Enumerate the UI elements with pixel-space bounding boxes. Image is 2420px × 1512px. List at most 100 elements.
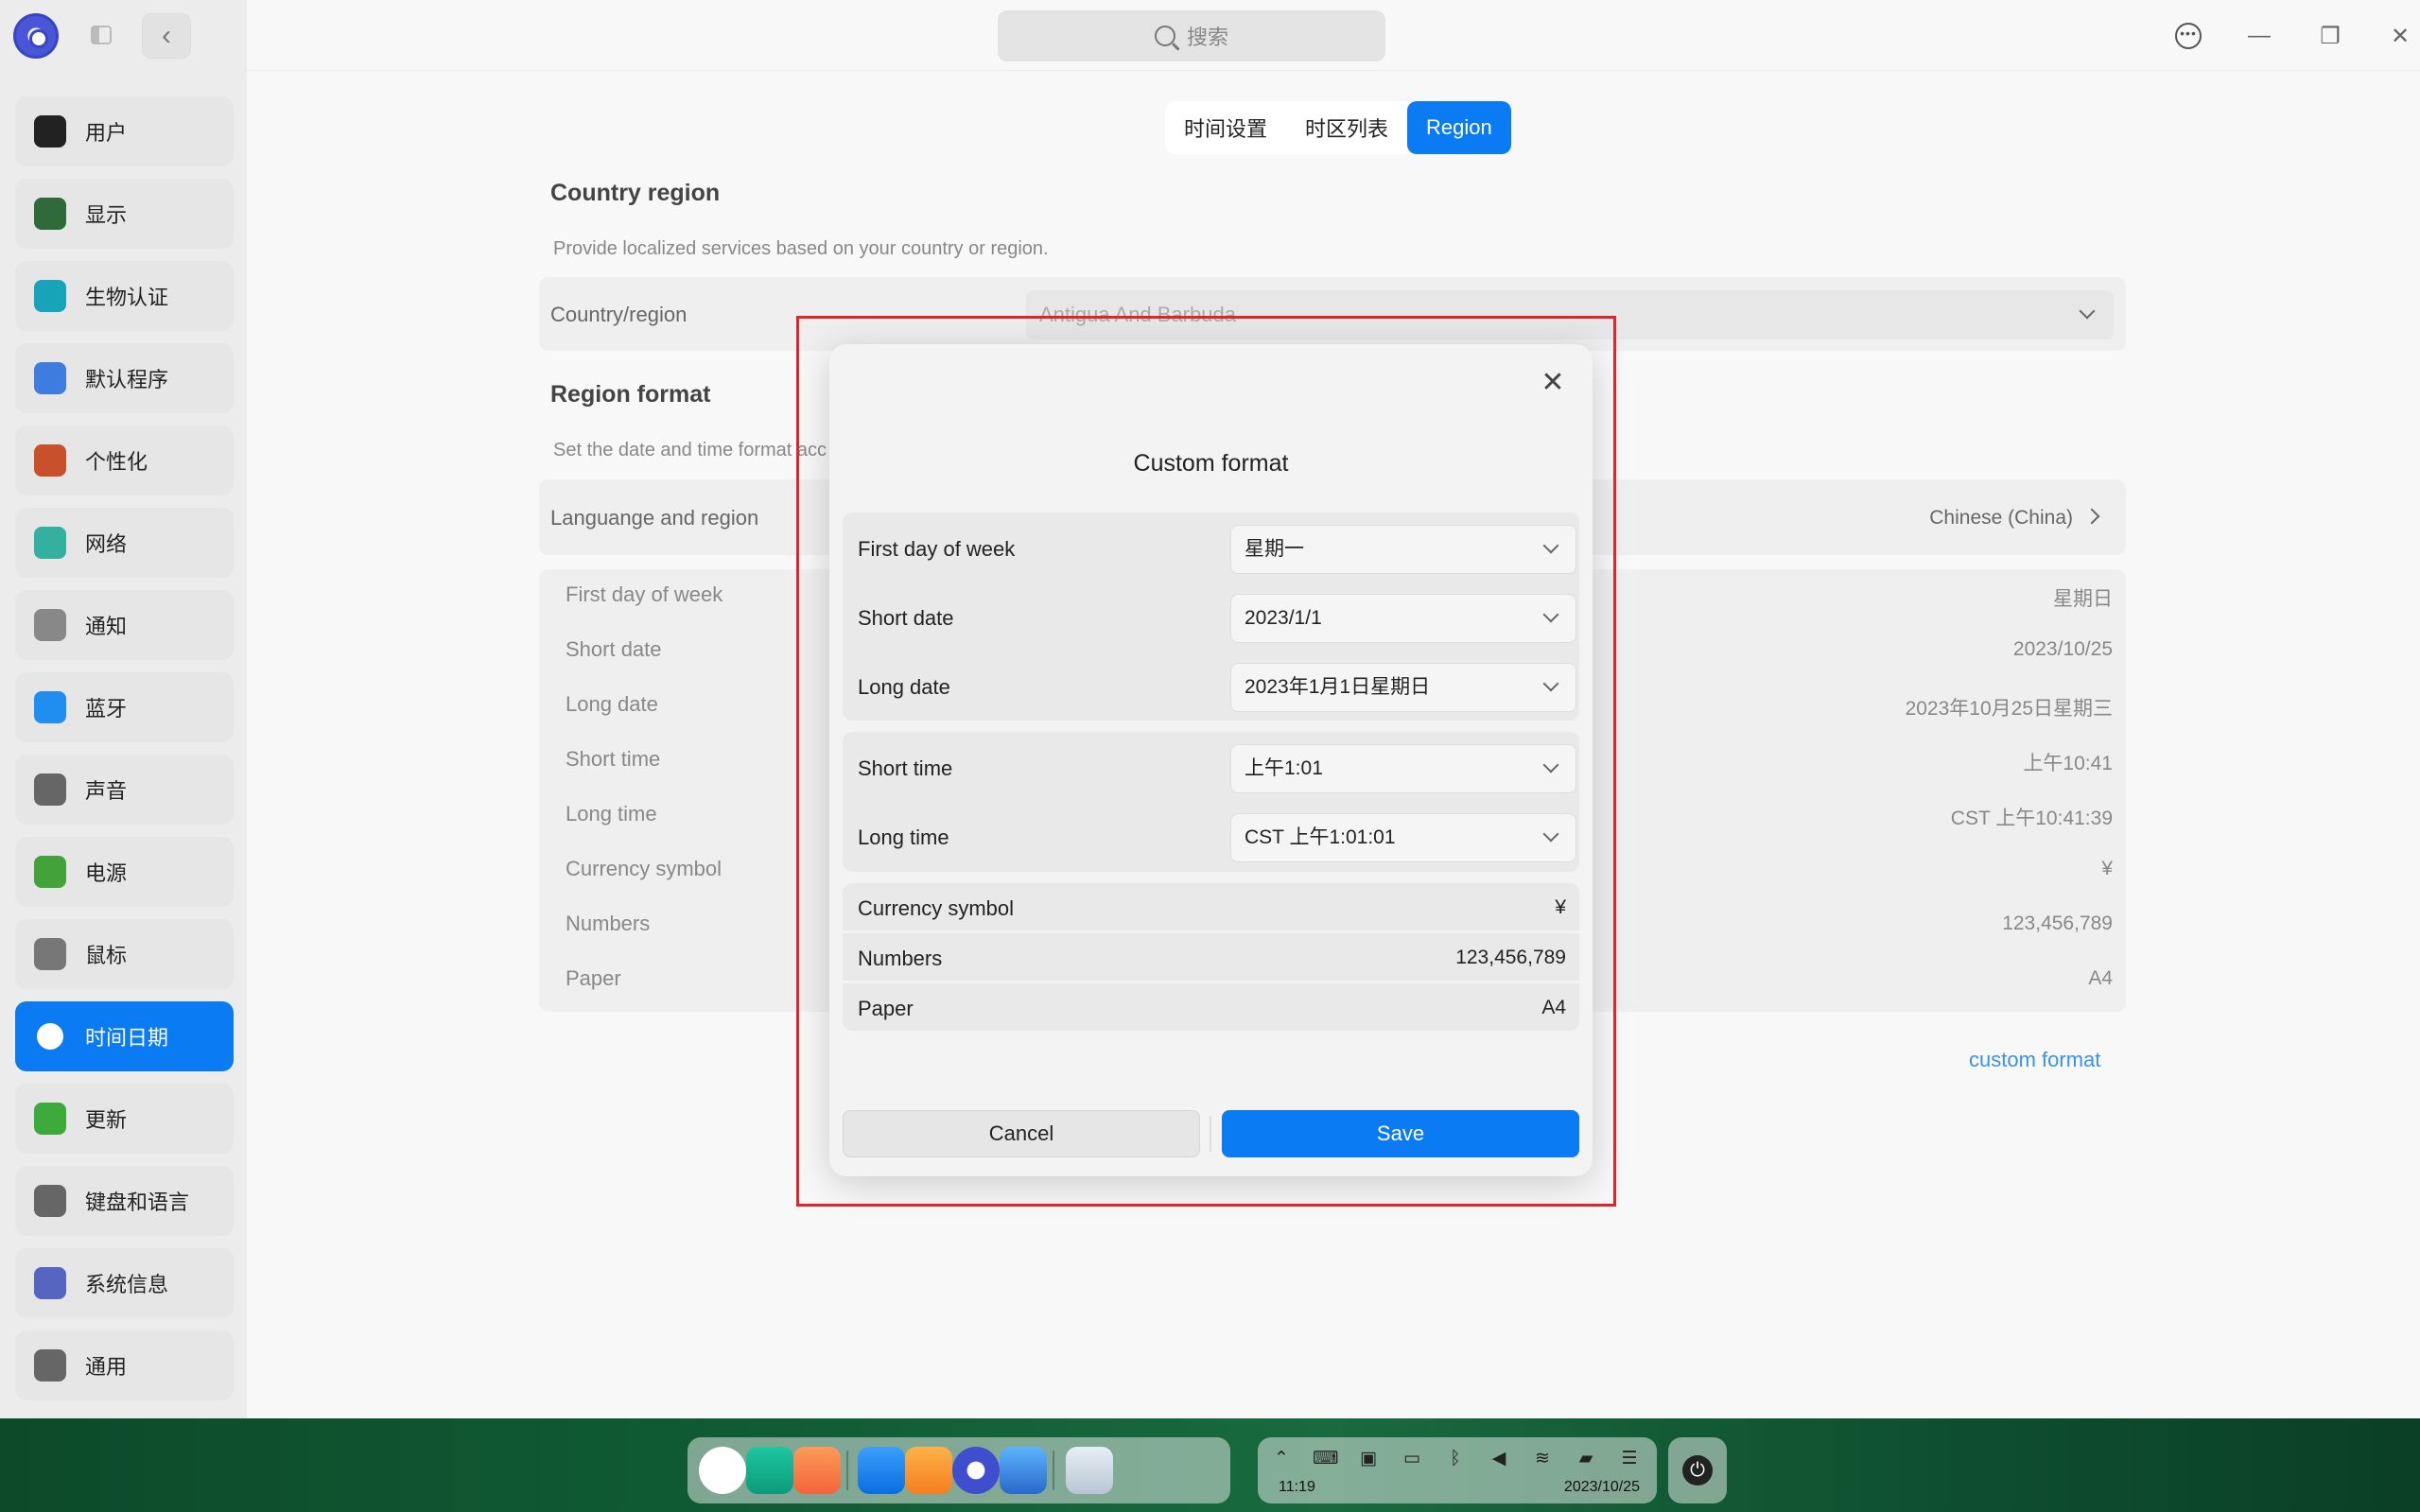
format-select-row: Long date 2023年1月1日星期日 <box>843 656 1579 719</box>
format-static-value: 123,456,789 <box>1455 947 1566 968</box>
sidebar-toggle-icon[interactable] <box>91 26 112 44</box>
speaker-icon <box>34 773 66 806</box>
user-icon <box>34 115 66 148</box>
format-row-label: Currency symbol <box>566 857 723 880</box>
chevron-left-icon: ‹ <box>162 20 171 51</box>
launcher-icon[interactable] <box>699 1447 746 1494</box>
multitask-icon[interactable] <box>793 1447 841 1494</box>
close-icon: ✕ <box>1541 366 1565 398</box>
sidebar-item[interactable]: 鼠标 <box>15 919 234 989</box>
sidebar-item[interactable]: 用户 <box>15 96 234 166</box>
sidebar-item-label: 个性化 <box>85 450 148 474</box>
file-manager-icon[interactable] <box>858 1447 905 1494</box>
input-method-icon[interactable]: ▭ <box>1400 1447 1424 1471</box>
cancel-button[interactable]: Cancel <box>843 1110 1200 1157</box>
control-center-icon[interactable] <box>952 1447 1000 1494</box>
format-select[interactable]: 2023/1/1 <box>1230 594 1576 643</box>
sidebar-item-label: 生物认证 <box>85 286 169 309</box>
general-icon <box>34 1349 66 1382</box>
sidebar-item[interactable]: 通用 <box>15 1330 234 1400</box>
sidebar-item[interactable]: 时间日期 <box>15 1001 234 1071</box>
power-button[interactable]: ⏻ <box>1668 1437 1727 1503</box>
image-viewer-icon[interactable] <box>1000 1447 1047 1494</box>
format-static-label: Numbers <box>858 947 943 970</box>
format-select[interactable]: 2023年1月1日星期日 <box>1230 663 1576 712</box>
sidebar-item[interactable]: 个性化 <box>15 426 234 495</box>
volume-icon[interactable]: ◀ <box>1487 1447 1511 1471</box>
format-select-row: Short date 2023/1/1 <box>843 587 1579 650</box>
format-static-label: Currency symbol <box>858 896 1015 920</box>
chevron-down-icon <box>1542 826 1559 843</box>
control-center-logo-icon <box>13 13 59 59</box>
sidebar: ‹ 用户显示生物认证默认程序个性化网络通知蓝牙声音电源鼠标时间日期更新键盘和语言… <box>0 0 247 1418</box>
screenshot-icon[interactable]: ▣ <box>1356 1447 1381 1471</box>
format-select[interactable]: 星期一 <box>1230 525 1576 574</box>
keyboard-icon[interactable]: ⌨ <box>1313 1447 1338 1471</box>
sidebar-item-label: 更新 <box>85 1108 128 1132</box>
sidebar-item-label: 用户 <box>85 121 128 145</box>
date-format-group: First day of week 星期一 Short date 2023/1/1 Lo… <box>843 513 1579 721</box>
format-row-value: CST 上午10:41:39 <box>1950 808 2113 829</box>
sidebar-item[interactable]: 网络 <box>15 508 234 578</box>
tab-timezone-list[interactable]: 时区列表 <box>1286 101 1407 154</box>
sidebar-item[interactable]: 显示 <box>15 179 234 249</box>
format-row-label: Paper <box>566 966 621 990</box>
dialog-title: Custom format <box>1133 450 1289 477</box>
default-apps-icon <box>34 362 66 394</box>
sidebar-item[interactable]: 默认程序 <box>15 343 234 413</box>
sidebar-nav: 用户显示生物认证默认程序个性化网络通知蓝牙声音电源鼠标时间日期更新键盘和语言系统… <box>15 96 234 1413</box>
menu-button[interactable]: ••• <box>2169 17 2207 55</box>
dock <box>688 1437 1230 1503</box>
tab-region[interactable]: Region <box>1407 101 1511 154</box>
sidebar-item[interactable]: 通知 <box>15 590 234 660</box>
tray-time[interactable]: 11:19 <box>1279 1479 1315 1496</box>
control-toggle-icon[interactable]: ☰ <box>1617 1447 1642 1471</box>
bluetooth-icon <box>34 691 66 723</box>
close-window-button[interactable]: ✕ <box>2381 17 2419 55</box>
taskbar: ⌃ ⌨ ▣ ▭ ᛒ ◀ ≋ ▰ ☰ 11:19 2023/10/25 ⏻ <box>0 1418 2420 1512</box>
tray-date[interactable]: 2023/10/25 <box>1564 1479 1640 1496</box>
sidebar-item[interactable]: 系统信息 <box>15 1248 234 1318</box>
sidebar-item-label: 通用 <box>85 1355 128 1379</box>
format-select[interactable]: 上午1:01 <box>1230 744 1576 793</box>
format-static-value: A4 <box>1541 997 1566 1018</box>
sidebar-item-label: 蓝牙 <box>85 697 128 721</box>
sidebar-item[interactable]: 蓝牙 <box>15 672 234 742</box>
maximize-button[interactable]: ❐ <box>2311 17 2349 55</box>
mouse-icon <box>34 938 66 970</box>
format-row-label: Long time <box>566 802 657 826</box>
sidebar-item[interactable]: 更新 <box>15 1084 234 1154</box>
wifi-icon[interactable]: ≋ <box>1530 1447 1555 1471</box>
bell-icon <box>34 609 66 641</box>
save-button[interactable]: Save <box>1222 1110 1579 1157</box>
bluetooth-icon[interactable]: ᛒ <box>1443 1447 1468 1471</box>
terminal-icon[interactable] <box>746 1447 793 1494</box>
format-row-label: Short date <box>566 637 662 661</box>
chevron-down-icon <box>2079 303 2096 320</box>
fingerprint-icon <box>34 280 66 312</box>
sidebar-item[interactable]: 键盘和语言 <box>15 1166 234 1236</box>
format-select[interactable]: CST 上午1:01:01 <box>1230 813 1576 862</box>
back-button[interactable]: ‹ <box>142 13 191 59</box>
dialog-close-button[interactable]: ✕ <box>1534 363 1572 401</box>
chevron-down-icon <box>1542 756 1559 773</box>
sidebar-item-label: 显示 <box>85 203 128 227</box>
trash-icon[interactable] <box>1066 1447 1113 1494</box>
sidebar-item[interactable]: 生物认证 <box>15 261 234 331</box>
format-select-label: Long date <box>858 675 950 699</box>
chevron-up-icon[interactable]: ⌃ <box>1269 1447 1294 1471</box>
sidebar-item-label: 声音 <box>85 779 128 803</box>
battery-icon[interactable]: ▰ <box>1574 1447 1598 1471</box>
close-icon: ✕ <box>2390 23 2411 49</box>
app-store-icon[interactable] <box>905 1447 952 1494</box>
sidebar-item[interactable]: 声音 <box>15 755 234 825</box>
country-region-dropdown[interactable]: Antigua And Barbuda <box>1026 290 2114 339</box>
format-static-row: Currency symbol ¥ <box>843 883 1579 930</box>
button-divider <box>1210 1116 1211 1152</box>
search-input[interactable]: 搜索 <box>998 10 1385 61</box>
tab-time-settings[interactable]: 时间设置 <box>1165 101 1286 154</box>
custom-format-link[interactable]: custom format <box>1969 1048 2100 1072</box>
format-row-value: A4 <box>2088 967 2113 989</box>
sidebar-item[interactable]: 电源 <box>15 837 234 907</box>
minimize-button[interactable]: — <box>2240 17 2278 55</box>
